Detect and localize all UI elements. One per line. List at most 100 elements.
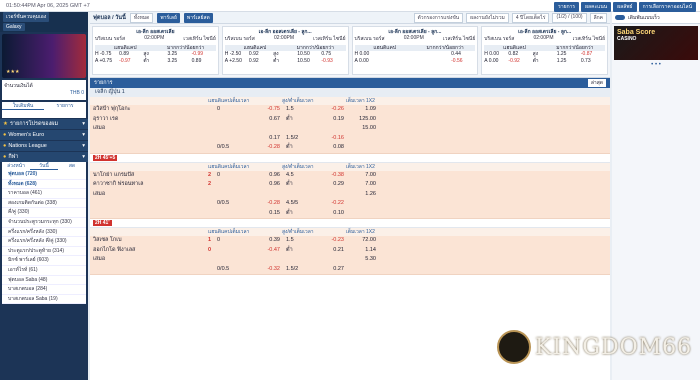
handicap-odds[interactable]: -0.28	[252, 143, 282, 153]
sport-item[interactable]: ครึ่งแรก/ครึ่งหลัง (330)	[2, 228, 86, 238]
classic-version-button[interactable]: เวอร์ชั่นควบคุมเอง	[3, 12, 50, 22]
handicap-odds[interactable]: -0.47	[252, 246, 282, 256]
sport-item[interactable]: ครึ่งแรก/ครึ่งหลัง คี่/คู่ (330)	[2, 237, 86, 247]
sport-item[interactable]: บาสเกตบอล Saba (19)	[2, 295, 86, 305]
tab-live[interactable]: สด	[58, 162, 86, 170]
sidebar-section-sports[interactable]: ● กีฬา ▾	[0, 152, 88, 162]
ou-odds[interactable]: 0.19	[316, 115, 346, 125]
top-button[interactable]: การเลือกราคาออนไลน์	[638, 2, 696, 12]
ou-odds[interactable]: 0.27	[316, 265, 346, 275]
sport-item[interactable]: ฟุตบอล Saba (48)	[2, 276, 86, 286]
ou-odds[interactable]	[316, 255, 346, 265]
odds-cell[interactable]: 10.50	[297, 51, 321, 58]
odds-cell[interactable]	[427, 51, 451, 58]
market-select[interactable]: ทั้งหมด	[129, 12, 154, 23]
sport-item[interactable]: สองเกมติดกันต่อ (338)	[2, 199, 86, 209]
odds-row[interactable]: H -2.50 0.92 สูง 10.50 0.75	[225, 51, 346, 58]
sport-item[interactable]: ประตูแรก/ประตูท้าย (314)	[2, 247, 86, 257]
saba-ad[interactable]: Saba Score CASINO	[614, 26, 698, 60]
1x2-odds[interactable]: 1.09	[346, 105, 380, 115]
sidebar-section-womens-euro[interactable]: ● Women's Euro ▾	[0, 130, 88, 140]
ou-odds[interactable]: 0.10	[316, 209, 346, 219]
odds-cell[interactable]	[427, 58, 451, 65]
league-filter[interactable]: ลีกค	[589, 12, 607, 23]
odds-cell[interactable]: 3.25	[167, 58, 191, 65]
handicap-odds[interactable]	[252, 255, 282, 265]
pagination[interactable]: (1/2) / (100)	[552, 12, 587, 23]
featured-card[interactable]: เอ-ลีก ออสเตรเลีย - ลูก... บริสเบน รอร์ส 0…	[221, 26, 349, 75]
handicap-odds[interactable]: 0.39	[252, 236, 282, 246]
1x2-odds[interactable]: 7.00	[346, 171, 380, 181]
odds-cell[interactable]: 0.75	[321, 51, 345, 58]
1x2-odds[interactable]: 5.30	[346, 255, 380, 265]
1x2-odds[interactable]: 1.26	[346, 190, 380, 200]
featured-card[interactable]: เอ-ลีก ออสเตรเลีย บริสเบน รอร์ส 02:00PM เวส…	[92, 26, 219, 75]
ou-odds[interactable]: -0.16	[316, 134, 346, 144]
featured-card[interactable]: เอ-ลีก ออสเตรเลีย - ลูก... บริสเบน รอร์ส 0…	[351, 26, 479, 75]
sport-item[interactable]: เอาท์ไรท์ (61)	[2, 266, 86, 276]
1x2-odds[interactable]: 72.00	[346, 236, 380, 246]
1x2-odds[interactable]: 125.00	[346, 115, 380, 125]
ou-odds[interactable]: 0.21	[316, 246, 346, 256]
odds-cell[interactable]: สูง	[533, 51, 557, 58]
sport-item[interactable]: มิกซ์ พาร์เลย์ (603)	[2, 256, 86, 266]
handicap-odds[interactable]: 0.67	[252, 115, 282, 125]
handicap-odds[interactable]: 0.17	[252, 134, 282, 144]
odds-cell[interactable]: 0.92	[249, 51, 273, 58]
odds-cell[interactable]: -0.99	[192, 51, 216, 58]
handicap-odds[interactable]: -0.75	[252, 105, 282, 115]
odds-cell[interactable]: 0.82	[508, 51, 532, 58]
sport-item[interactable]: ราคาบอล (461)	[2, 189, 86, 199]
odds-cell[interactable]: 1.25	[557, 58, 581, 65]
odds-cell[interactable]	[403, 58, 427, 65]
handicap-odds[interactable]	[252, 124, 282, 134]
odds-cell[interactable]: 1.25	[557, 51, 581, 58]
sport-item[interactable]: ฟุตบอล (720)	[2, 170, 86, 180]
1x2-odds[interactable]: 7.00	[346, 180, 380, 190]
ou-odds[interactable]: -0.22	[316, 199, 346, 209]
ou-odds[interactable]	[316, 124, 346, 134]
top-button[interactable]: รายการ	[554, 2, 580, 12]
handicap-odds[interactable]: 0.96	[252, 180, 282, 190]
odds-cell[interactable]: ต่ำ	[143, 58, 167, 65]
parlay-button[interactable]: พาร์เลย์	[157, 12, 180, 23]
sidebar-section-favorites[interactable]: ★ รายการโปรดของผม ▾	[0, 119, 88, 129]
odds-cell[interactable]: -0.93	[321, 58, 345, 65]
odds-cell[interactable]: -0.97	[119, 58, 143, 65]
odds-cell[interactable]	[403, 51, 427, 58]
match-filter[interactable]: ตัวกรองการแข่งขัน	[413, 12, 464, 23]
ou-odds[interactable]: -0.38	[316, 171, 346, 181]
live-parlay-button[interactable]: พาร์เลย์สด	[183, 12, 213, 23]
sort-select[interactable]: ล่าสุด	[587, 79, 606, 87]
league-title[interactable]: เจลีก ญี่ปุ่น 1	[90, 88, 610, 97]
odds-cell[interactable]: 0.92	[249, 58, 273, 65]
odds-cell[interactable]: 0.89	[119, 51, 143, 58]
galaxy-button[interactable]: Galaxy	[3, 23, 25, 31]
handicap-odds[interactable]: 0.96	[252, 171, 282, 181]
ou-odds[interactable]: -0.26	[316, 105, 346, 115]
odds-filter[interactable]: ผลงานยังไม่รวม	[466, 12, 509, 23]
handicap-odds[interactable]	[252, 190, 282, 200]
odds-cell[interactable]: 10.50	[297, 58, 321, 65]
handicap-odds[interactable]: -0.28	[252, 199, 282, 209]
odds-cell[interactable]: ต่ำ	[533, 58, 557, 65]
handicap-odds[interactable]: -0.32	[252, 265, 282, 275]
ou-odds[interactable]: -0.23	[316, 236, 346, 246]
sport-item[interactable]: บาสเกตบอล (284)	[2, 285, 86, 295]
odds-cell[interactable]: -0.92	[508, 58, 532, 65]
featured-card[interactable]: เอ-ลีก ออสเตรเลีย - ลูก... บริสเบน รอร์ส 0…	[481, 26, 608, 75]
odds-row[interactable]: A +0.75 -0.97 ต่ำ 3.25 0.89	[95, 58, 216, 65]
sport-item[interactable]: คี่/คู่ (330)	[2, 208, 86, 218]
tab-list[interactable]: รายการ	[44, 102, 86, 110]
odds-cell[interactable]	[379, 51, 403, 58]
odds-cell[interactable]: สูง	[273, 51, 297, 58]
sidebar-section-nations-league[interactable]: ● Nations League ▾	[0, 141, 88, 151]
ou-odds[interactable]: 0.29	[316, 180, 346, 190]
odds-cell[interactable]: 0.73	[581, 58, 605, 65]
odds-cell[interactable]: 0.89	[192, 58, 216, 65]
odds-row[interactable]: H 0.00 0.82 สูง 1.25 -0.87	[484, 51, 605, 58]
quick-bet-toggle[interactable]	[615, 15, 625, 20]
odds-cell[interactable]: -0.56	[451, 58, 475, 65]
top-button[interactable]: ผลคะแนน	[581, 2, 612, 12]
odds-cell[interactable]: 0.44	[451, 51, 475, 58]
